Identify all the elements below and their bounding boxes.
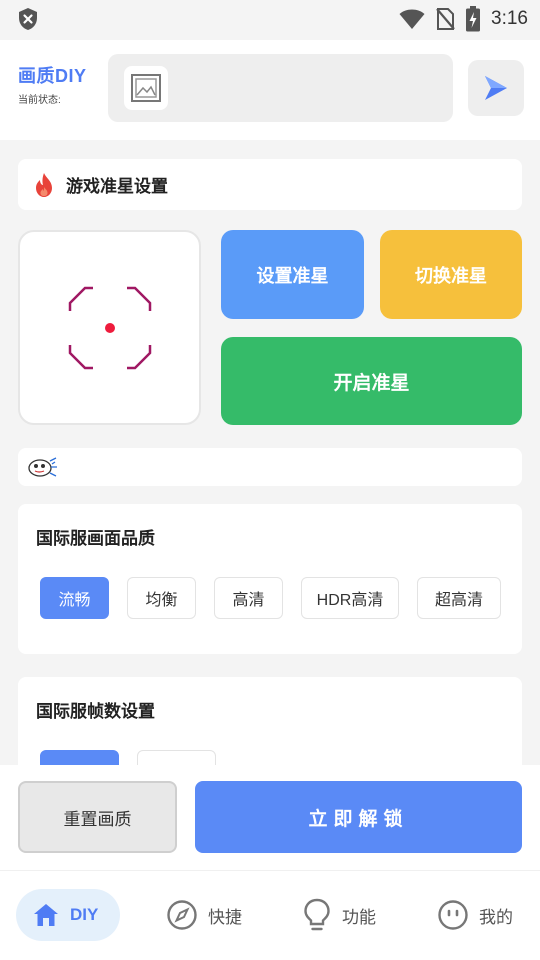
- current-status-box: [108, 54, 453, 122]
- quality-options: 流畅 均衡 高清 HDR高清 超高清: [40, 577, 501, 619]
- home-icon: [34, 904, 58, 926]
- status-label: 当前状态:: [18, 95, 61, 106]
- image-placeholder-icon: [131, 74, 161, 102]
- app-title: 画质DIY: [18, 66, 87, 86]
- clock-time: 3:16: [491, 8, 528, 29]
- shield-icon: [19, 8, 37, 30]
- battery-charging-icon: [466, 6, 481, 32]
- play-button[interactable]: [468, 60, 524, 116]
- reset-quality-button[interactable]: 重置画质: [18, 781, 177, 853]
- crosshair-section-header: 游戏准星设置: [18, 159, 522, 210]
- nav-item-diy[interactable]: DIY: [16, 889, 121, 941]
- banner-strip: [18, 448, 522, 486]
- nav-label-function: 功能: [342, 907, 376, 927]
- status-image: [124, 66, 168, 110]
- crosshair-preview: [18, 230, 201, 425]
- face-icon: [438, 900, 468, 930]
- fps-section-title: 国际服帧数设置: [36, 702, 155, 721]
- bulb-icon: [304, 898, 330, 931]
- nav-item-profile[interactable]: 我的: [437, 889, 513, 941]
- crosshair-section-title: 游戏准星设置: [66, 177, 168, 196]
- play-icon: [485, 76, 507, 100]
- nav-item-shortcut[interactable]: 快捷: [166, 889, 242, 941]
- app-header: 画质DIY 当前状态:: [0, 40, 540, 140]
- brand-block: 画质DIY 当前状态:: [18, 62, 87, 106]
- switch-crosshair-button[interactable]: 切换准星: [380, 230, 522, 319]
- quality-option-smooth[interactable]: 流畅: [40, 577, 109, 619]
- bottom-action-bar: 重置画质 立即解锁: [0, 765, 540, 870]
- mascot-icon: [28, 457, 57, 477]
- nav-item-function[interactable]: 功能: [302, 889, 376, 941]
- quality-card: 国际服画面品质 流畅 均衡 高清 HDR高清 超高清: [18, 504, 522, 654]
- compass-icon: [167, 900, 197, 930]
- no-sim-icon: [436, 8, 455, 30]
- quality-option-hdr[interactable]: HDR高清: [301, 577, 399, 619]
- status-bar: 3:16: [0, 0, 540, 40]
- nav-label-shortcut: 快捷: [208, 907, 242, 927]
- set-crosshair-button[interactable]: 设置准星: [221, 230, 364, 319]
- quality-option-hd[interactable]: 高清: [214, 577, 283, 619]
- nav-label-profile: 我的: [479, 907, 513, 927]
- wifi-icon: [399, 9, 425, 29]
- bottom-nav: DIY 快捷 功能 我的: [0, 870, 540, 960]
- open-crosshair-button[interactable]: 开启准星: [221, 337, 522, 425]
- unlock-now-button[interactable]: 立即解锁: [195, 781, 522, 853]
- quality-option-balanced[interactable]: 均衡: [127, 577, 196, 619]
- fire-icon: [36, 172, 52, 197]
- nav-label-diy: DIY: [70, 905, 99, 924]
- crosshair-icon: [68, 286, 151, 369]
- quality-section-title: 国际服画面品质: [36, 529, 155, 548]
- quality-option-uhd[interactable]: 超高清: [417, 577, 501, 619]
